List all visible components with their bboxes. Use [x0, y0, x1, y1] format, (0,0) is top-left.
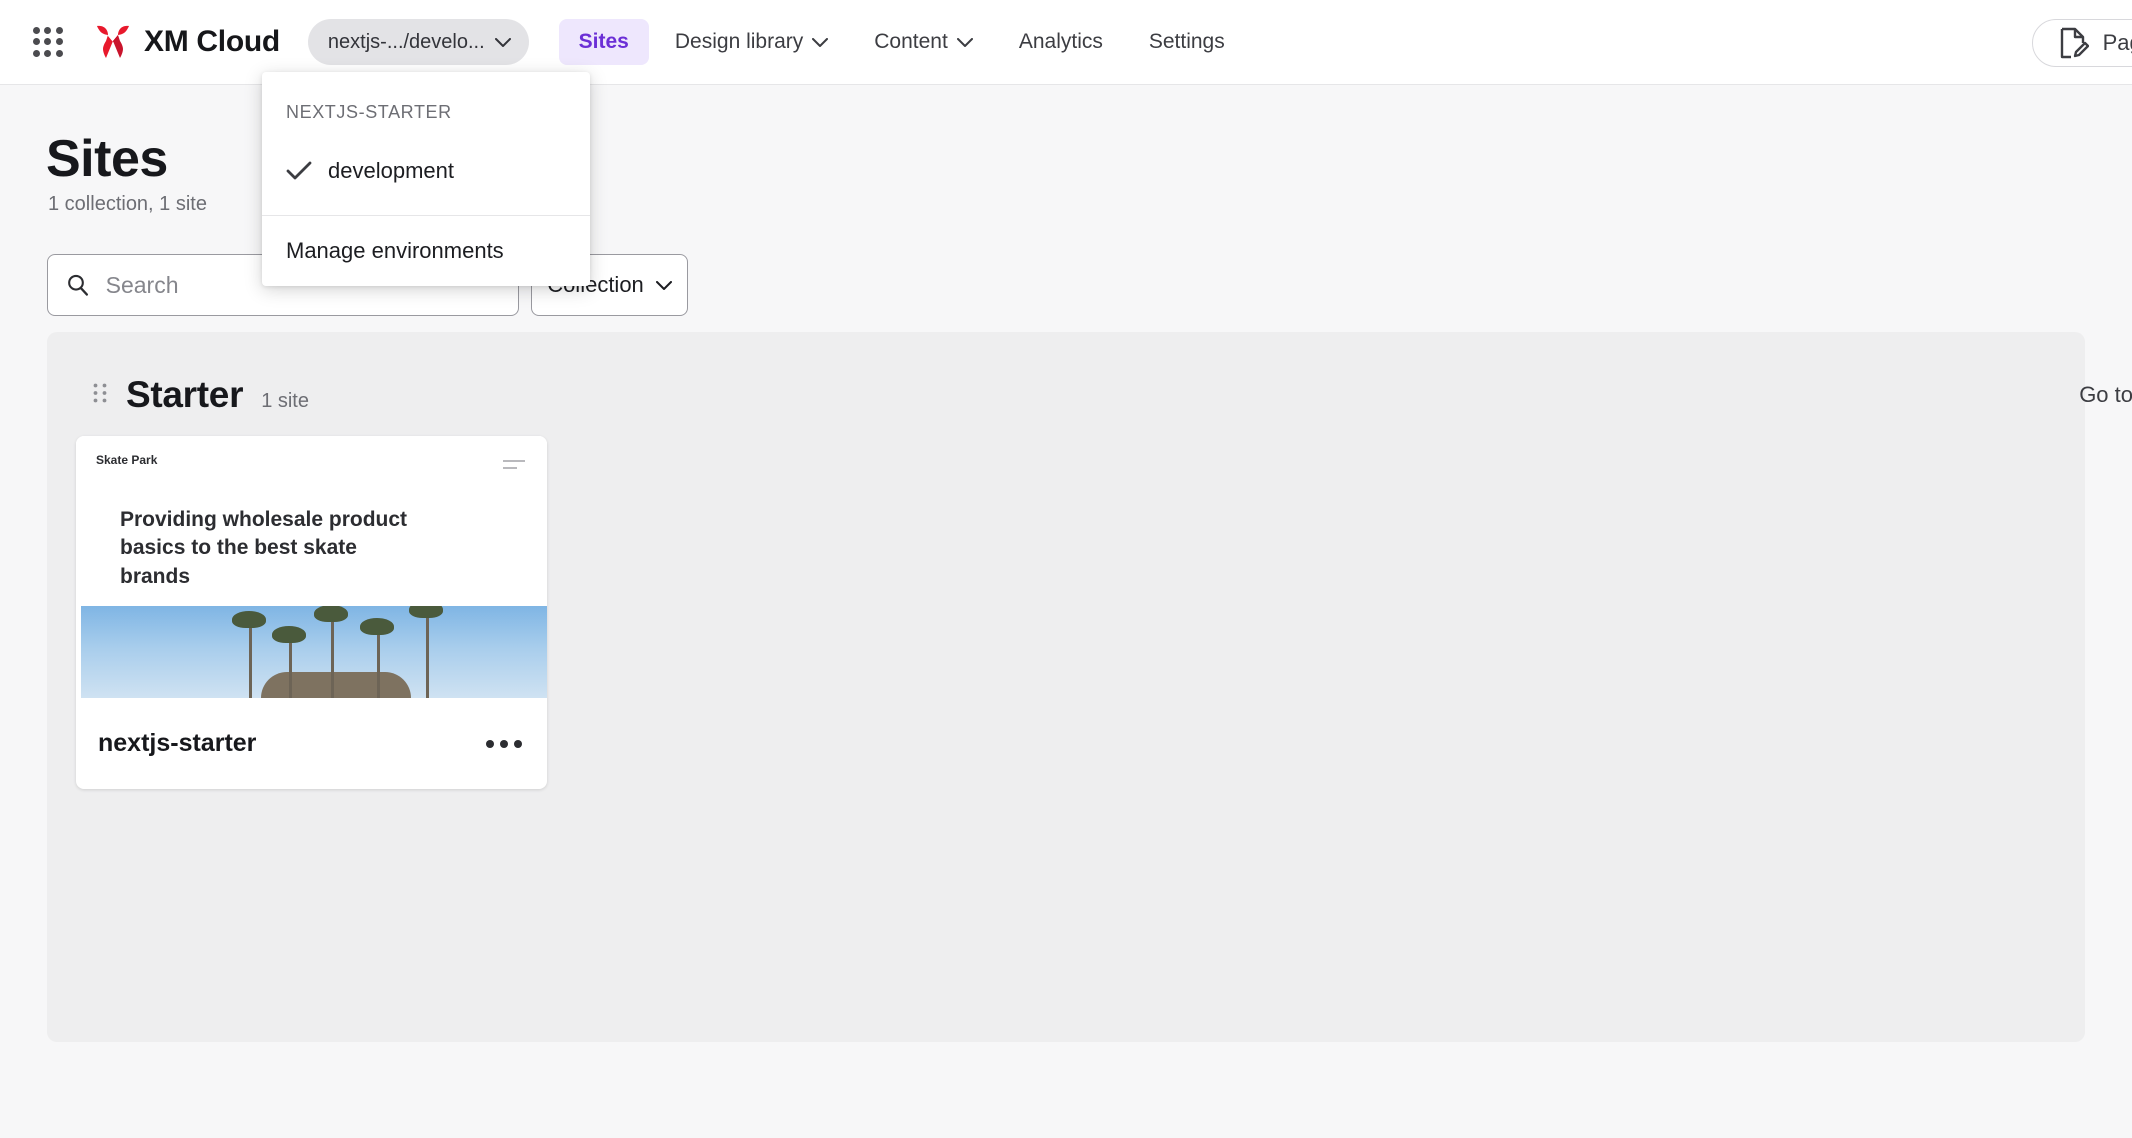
- site-card-footer: nextjs-starter: [76, 698, 547, 789]
- brand-name: XM Cloud: [144, 25, 280, 59]
- search-icon: [66, 272, 90, 298]
- hamburger-line: [503, 460, 525, 462]
- environment-menu-item-development[interactable]: development: [262, 139, 590, 203]
- go-to-collection-link[interactable]: Go to: [2079, 382, 2132, 408]
- nav-item-label: Content: [874, 30, 948, 54]
- collection-header: Starter 1 site: [92, 374, 309, 416]
- more-dot: [500, 740, 508, 748]
- environment-group-title: NEXTJS-STARTER: [262, 72, 590, 123]
- apps-dot: [44, 50, 51, 57]
- collection-site-count: 1 site: [261, 390, 309, 413]
- apps-grid-icon[interactable]: [26, 20, 70, 64]
- palm-fronds: [232, 611, 266, 628]
- environment-dropdown-menu: NEXTJS-STARTER development Manage enviro…: [262, 72, 590, 286]
- environment-selector-label: nextjs-.../develo...: [328, 31, 485, 54]
- nav-item-label: Analytics: [1019, 30, 1103, 54]
- photo-hill: [261, 672, 411, 698]
- apps-dot: [33, 50, 40, 57]
- palm-trunk: [426, 610, 429, 698]
- brand-logo[interactable]: XM Cloud: [94, 24, 280, 60]
- palm-fronds: [272, 626, 306, 643]
- more-dot: [486, 740, 494, 748]
- apps-dot: [44, 27, 51, 34]
- nav-item-settings[interactable]: Settings: [1129, 19, 1245, 65]
- thumbnail-headline: Providing wholesale product basics to th…: [120, 506, 420, 591]
- site-card-nextjs-starter[interactable]: Skate Park Providing wholesale product b…: [76, 436, 547, 789]
- apps-dot: [44, 38, 51, 45]
- apps-dot: [56, 27, 63, 34]
- more-options-icon[interactable]: [486, 740, 522, 748]
- palm-trees-photo: [81, 606, 547, 698]
- palm-trunk: [377, 628, 380, 698]
- palm-trunk: [289, 636, 292, 698]
- hamburger-line: [503, 467, 517, 469]
- palm-fronds: [314, 606, 348, 622]
- nav-item-label: Sites: [579, 30, 629, 54]
- hamburger-icon: [503, 460, 525, 474]
- environment-menu-item-label: development: [328, 158, 454, 184]
- palm-trunk: [249, 620, 252, 698]
- nav-item-analytics[interactable]: Analytics: [999, 19, 1123, 65]
- apps-dot: [56, 50, 63, 57]
- site-card-title: nextjs-starter: [98, 729, 256, 758]
- page-title: Sites: [46, 129, 168, 189]
- drag-handle-icon[interactable]: [92, 382, 108, 408]
- check-icon: [286, 161, 312, 181]
- apps-dot: [33, 38, 40, 45]
- palm-fronds: [409, 606, 443, 618]
- more-dot: [514, 740, 522, 748]
- page-edit-icon: [2059, 27, 2089, 59]
- main-navigation: Sites Design library Content Analytics S…: [559, 19, 1245, 65]
- palm-fronds: [360, 618, 394, 635]
- nav-item-label: Settings: [1149, 30, 1225, 54]
- pages-button-label: Pages: [2103, 30, 2132, 56]
- thumbnail-brand-label: Skate Park: [96, 453, 157, 467]
- nav-item-content[interactable]: Content: [854, 19, 993, 65]
- page-subtitle: 1 collection, 1 site: [48, 193, 207, 216]
- pages-button[interactable]: Pages: [2032, 19, 2132, 67]
- environment-selector[interactable]: nextjs-.../develo...: [308, 19, 529, 65]
- chevron-down-icon: [812, 38, 828, 47]
- chevron-down-icon: [495, 38, 511, 47]
- nav-item-design-library[interactable]: Design library: [655, 19, 848, 65]
- chevron-down-icon: [957, 38, 973, 47]
- site-thumbnail: Skate Park Providing wholesale product b…: [76, 436, 547, 698]
- palm-trunk: [331, 614, 334, 698]
- apps-dot: [33, 27, 40, 34]
- manage-environments-label: Manage environments: [286, 238, 504, 264]
- xm-cloud-logo-icon: [94, 24, 132, 60]
- nav-item-label: Design library: [675, 30, 803, 54]
- nav-item-sites[interactable]: Sites: [559, 19, 649, 65]
- apps-dot: [56, 38, 63, 45]
- collection-panel-starter: Starter 1 site Go to Skate Park Providin…: [47, 332, 2085, 1042]
- collection-name: Starter: [126, 374, 243, 416]
- manage-environments-menu-item[interactable]: Manage environments: [262, 216, 590, 286]
- chevron-down-icon: [656, 281, 672, 290]
